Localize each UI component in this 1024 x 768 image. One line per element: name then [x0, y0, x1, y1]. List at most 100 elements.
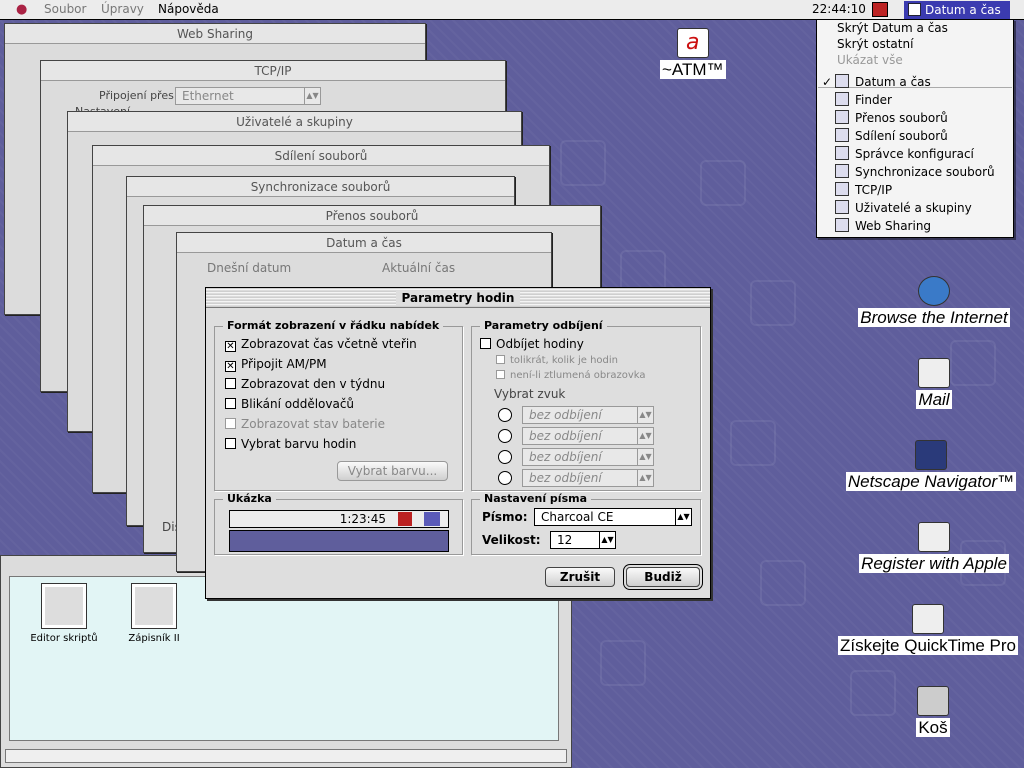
checkbox-checked-icon: ✕ — [225, 341, 236, 352]
menu-item-label: Uživatelé a skupiny — [855, 201, 972, 215]
horizontal-scrollbar[interactable] — [5, 749, 567, 763]
finder-icon — [424, 512, 440, 526]
script-editor-item[interactable]: Editor skriptů — [24, 583, 104, 644]
checkbox-icon — [225, 378, 236, 389]
menu-item-app[interactable]: Přenos souborů — [835, 110, 948, 127]
battery-icon — [398, 512, 412, 526]
group-label: Nastavení písma — [480, 492, 591, 505]
blink-checkbox[interactable]: Blikání oddělovačů — [225, 395, 354, 413]
menu-item-app[interactable]: Datum a čas — [835, 74, 931, 91]
ok-button[interactable]: Budiž — [626, 567, 700, 587]
popup-arrow-icon: ▲▼ — [637, 449, 653, 465]
checkbox-label: Vybrat barvu hodin — [241, 437, 357, 451]
menu-item-app[interactable]: Synchronizace souborů — [835, 164, 995, 181]
current-time-label: Aktuální čas — [382, 261, 456, 275]
menu-item-label: Sdílení souborů — [855, 129, 948, 143]
menu-item-app[interactable]: Uživatelé a skupiny — [835, 200, 972, 217]
globe-icon — [918, 276, 950, 306]
font-group: Nastavení písma Písmo: Charcoal CE ▲▼ Vel… — [471, 492, 701, 555]
app-icon — [835, 218, 849, 232]
script-editor-icon — [41, 583, 87, 629]
finder-icon — [835, 92, 849, 106]
font-popup[interactable]: Charcoal CE ▲▼ — [534, 508, 692, 526]
popup-value: bez odbíjení — [529, 450, 602, 464]
trash-item[interactable]: Koš — [900, 686, 966, 738]
size-popup[interactable]: 12 ▲▼ — [550, 531, 616, 549]
popup-value: bez odbíjení — [529, 429, 602, 443]
menu-item-app[interactable]: Finder — [835, 92, 892, 109]
sound-popup-2[interactable]: bez odbíjení ▲▼ — [522, 427, 654, 445]
menu-item-label: Přenos souborů — [855, 111, 948, 125]
ampm-checkbox[interactable]: ✕ Připojit AM/PM — [225, 355, 327, 373]
app-icon — [835, 128, 849, 142]
register-apple-item[interactable]: Register with Apple — [845, 522, 1023, 574]
menu-file[interactable]: Soubor — [44, 2, 86, 16]
menu-bar: ● Soubor Úpravy Nápověda 22:44:10 Datum … — [0, 0, 1024, 20]
menu-help[interactable]: Nápověda — [158, 2, 219, 16]
choose-color-button[interactable]: Vybrat barvu... — [337, 461, 448, 481]
quicktime-item[interactable]: Získejte QuickTime Pro — [832, 604, 1024, 656]
app-icon — [835, 182, 849, 196]
menubar-clock[interactable]: 22:44:10 — [812, 2, 866, 16]
checkbox-checked-icon: ✕ — [225, 361, 236, 372]
desktop-icon-label: Netscape Navigator™ — [845, 472, 1017, 491]
cancel-button[interactable]: Zrušit — [545, 567, 615, 587]
menu-item-app[interactable]: TCP/IP — [835, 182, 892, 199]
mail-icon — [918, 358, 950, 388]
checkmark-icon: ✓ — [822, 75, 833, 89]
atm-icon-item[interactable]: a ~ATM™ — [660, 28, 726, 80]
menu-item-hide-others[interactable]: Skrýt ostatní — [837, 36, 913, 53]
popup-arrow-icon: ▲▼ — [304, 88, 320, 104]
menu-item-hide-app[interactable]: Skrýt Datum a čas — [837, 20, 948, 37]
clock-options-dialog: Parametry hodin Formát zobrazení v řádku… — [205, 287, 711, 599]
desktop-icon-label: Koš — [916, 718, 950, 737]
show-seconds-checkbox[interactable]: ✕ Zobrazovat čas včetně vteřin — [225, 335, 417, 353]
today-date-label: Dnešní datum — [207, 261, 292, 275]
popup-value: Charcoal CE — [541, 510, 614, 524]
weekday-checkbox[interactable]: Zobrazovat den v týdnu — [225, 375, 385, 393]
clock-hour-icon — [498, 471, 512, 485]
folder-content: Editor skriptů Zápisník II — [9, 576, 559, 741]
menu-item-app[interactable]: Web Sharing — [835, 218, 931, 235]
battery-icon[interactable] — [872, 2, 888, 17]
netscape-item[interactable]: Netscape Navigator™ — [838, 440, 1024, 492]
window-title: Uživatelé a skupiny — [68, 112, 521, 132]
chime-dimmed-checkbox[interactable]: není-li ztlumená obrazovka — [496, 367, 646, 385]
group-label: Ukázka — [223, 492, 276, 505]
menu-item-show-all[interactable]: Ukázat vše — [837, 52, 903, 69]
item-label: Zápisník II — [128, 633, 180, 644]
application-menu[interactable]: Datum a čas — [904, 1, 1010, 19]
app-icon — [835, 164, 849, 178]
sound-popup-1[interactable]: bez odbíjení ▲▼ — [522, 406, 654, 424]
clock-color-checkbox[interactable]: Vybrat barvu hodin — [225, 435, 356, 453]
battery-checkbox[interactable]: Zobrazovat stav baterie — [225, 415, 385, 433]
sound-popup-3[interactable]: bez odbíjení ▲▼ — [522, 448, 654, 466]
popup-value: bez odbíjení — [529, 408, 602, 422]
popup-arrow-icon: ▲▼ — [637, 470, 653, 486]
browse-internet-item[interactable]: Browse the Internet — [845, 276, 1023, 328]
menu-item-label: Finder — [855, 93, 892, 107]
desktop-icon-label: ~ATM™ — [660, 60, 726, 79]
checkbox-icon — [225, 438, 236, 449]
mail-item[interactable]: Mail — [845, 358, 1023, 410]
apple-menu-icon[interactable]: ● — [16, 2, 27, 17]
clock-three-quarter-icon — [498, 450, 512, 464]
chime-checkbox[interactable]: Odbíjet hodiny — [480, 335, 584, 353]
connect-popup[interactable]: Ethernet ▲▼ — [175, 87, 321, 105]
popup-arrow-icon: ▲▼ — [675, 509, 691, 525]
menu-item-app[interactable]: Sdílení souborů — [835, 128, 948, 145]
checkbox-label: Blikání oddělovačů — [241, 397, 355, 411]
dialog-titlebar[interactable]: Parametry hodin — [206, 288, 710, 308]
window-title: Web Sharing — [5, 24, 425, 44]
scrapbook-item[interactable]: Zápisník II — [114, 583, 194, 644]
menu-item-label: Web Sharing — [855, 219, 932, 233]
connect-value: Ethernet — [182, 89, 234, 103]
clock-quarter-icon — [498, 408, 512, 422]
app-icon — [835, 200, 849, 214]
menu-edit[interactable]: Úpravy — [101, 2, 144, 16]
scrapbook-icon — [131, 583, 177, 629]
window-title: Sdílení souborů — [93, 146, 549, 166]
sound-popup-4[interactable]: bez odbíjení ▲▼ — [522, 469, 654, 487]
app-icon — [835, 74, 849, 88]
menu-item-app[interactable]: Správce konfigurací — [835, 146, 974, 163]
